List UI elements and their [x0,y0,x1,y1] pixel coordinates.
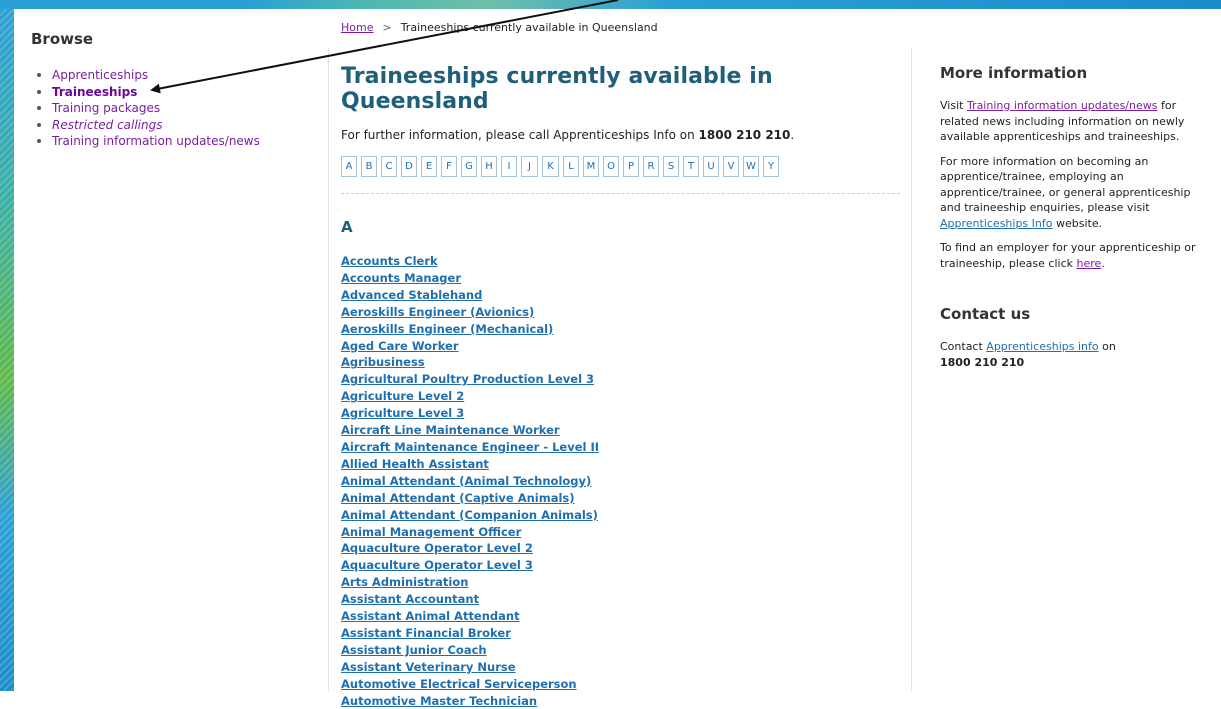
traineeship-link[interactable]: Automotive Master Technician [341,693,901,709]
annotation-arrow [150,0,619,94]
